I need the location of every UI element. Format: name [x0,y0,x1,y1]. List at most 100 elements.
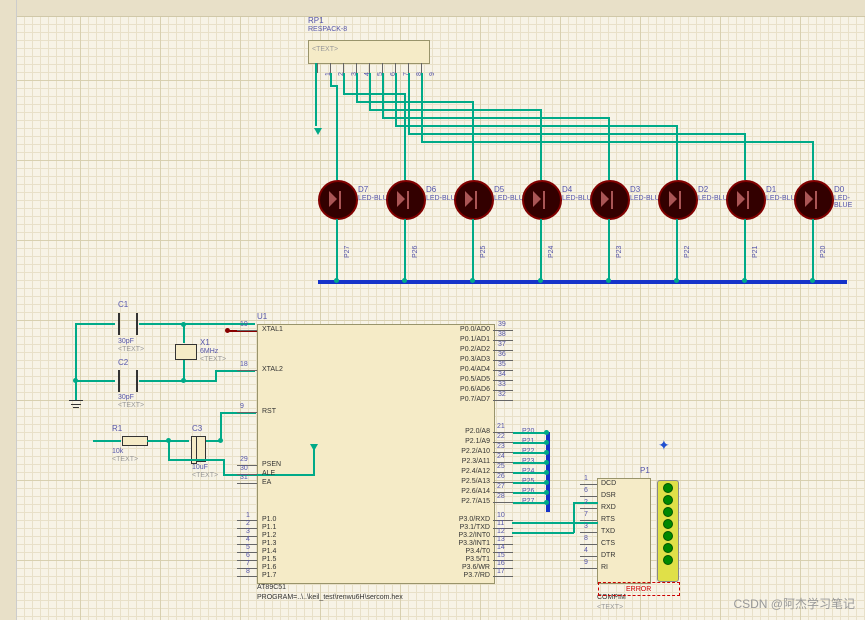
led-name: LED-BLU [766,195,796,202]
led-d0[interactable] [794,180,830,220]
u1-pin-number: 30 [240,465,248,472]
c2[interactable] [118,370,138,392]
led-d3[interactable] [590,180,626,220]
wire [513,462,547,464]
wire [513,432,547,434]
wire [369,73,371,109]
wire-txd [512,532,574,534]
wire [183,380,216,382]
led-ref: D0 [834,185,844,194]
u1-pin-leg [237,330,257,331]
led-d6[interactable] [386,180,422,220]
bus-tap-icon [810,278,815,283]
wire [513,502,547,504]
wire [676,219,678,281]
led-name: LED-BLU [630,195,660,202]
p1-pin-leg [580,556,597,557]
p1-pin-label: CTS [601,540,615,547]
u1-pin-number: 14 [497,544,505,551]
u1-pin-number: 11 [497,520,504,527]
p1-text: <TEXT> [597,604,623,611]
wire [744,219,746,281]
wire [404,219,406,281]
p1-pin-number: 9 [584,559,588,566]
u1-pin-number: 36 [498,351,506,358]
wire [313,444,315,475]
u1-pin-number: 21 [497,423,505,430]
c2-text: <TEXT> [118,402,144,409]
led-name: LED-BLU [494,195,524,202]
wire [336,85,338,180]
p1-pin-number: 4 [584,547,588,554]
led-ref: D5 [494,185,504,194]
u1-pin-label: P0.4/AD4 [448,366,490,373]
u1-pin-number: 31 [240,474,248,481]
bus-tap-icon [544,450,549,455]
c1-ref: C1 [118,300,128,309]
wire [540,219,542,281]
rp1-pin-leg [382,63,384,73]
led-net: P20 [820,246,827,258]
wire [139,323,255,325]
rp1-pin-leg [330,63,332,73]
u1-pin-number: 7 [246,560,250,567]
led-d5[interactable] [454,180,490,220]
u1-pin-number: 8 [246,568,250,575]
p1-pin-label: RXD [601,504,616,511]
led-net: P25 [480,246,487,258]
c2-ref: C2 [118,358,128,367]
rp1-pin-leg [317,63,319,73]
u1-pin-number: 33 [498,381,506,388]
u1-pin-label: P1.2 [262,532,276,539]
u1-pin-number: 12 [497,528,505,535]
bus-tap-icon [544,500,549,505]
u1-pin-number: 26 [497,473,505,480]
u1-pin-label: P3.1/TXD [444,524,490,531]
led-net: P22 [684,246,691,258]
p1-pin-leg [580,532,597,533]
u1-pin-label: P1.0 [262,516,276,523]
u1-pin-number: 10 [497,512,505,519]
p1-pin-label: DSR [601,492,616,499]
u1-pin-label: XTAL1 [262,326,283,333]
u1-pin-number: 32 [498,391,506,398]
u1-pin-label: P1.6 [262,564,276,571]
led-ref: D7 [358,185,368,194]
led-d4[interactable] [522,180,558,220]
led-name: LED-BLU [698,195,728,202]
junction-icon [218,438,223,443]
c1[interactable] [118,313,138,335]
r1[interactable] [122,436,148,446]
p1-error-box [598,582,680,596]
wire [356,101,472,103]
rp1-ground-arrow-icon [314,128,322,135]
bus-tap-icon [538,278,543,283]
wire [513,472,547,474]
junction-icon [181,322,186,327]
u1-pin-label: P0.6/AD6 [448,386,490,393]
led-d1[interactable] [726,180,762,220]
led-name: LED-BLU [426,195,456,202]
led-d7[interactable] [318,180,354,220]
x1-text: <TEXT> [200,356,226,363]
wire [421,73,423,141]
rp1-pin-leg [395,63,397,73]
wire [395,125,676,127]
wire [408,133,744,135]
wire [183,325,185,343]
x1-ref: X1 [200,338,210,347]
led-d2[interactable] [658,180,694,220]
wire [168,440,170,460]
u1-pin-leg [237,483,257,484]
u1-pin-label: P3.2/INT0 [444,532,490,539]
wire [472,219,474,281]
u1-pin-number: 18 [240,361,248,368]
db9-connector-icon [657,480,679,582]
u1-pin-label: P1.4 [262,548,276,555]
schematic-canvas[interactable]: RP1 RESPACK-8 <TEXT> ✦ U1 AT89C51 PROGRA… [0,0,865,620]
p1-pin-label: DTR [601,552,615,559]
bus-tap-icon [544,430,549,435]
x1[interactable] [175,344,197,360]
junction-icon [181,378,186,383]
u1-pin-number: 34 [498,371,506,378]
